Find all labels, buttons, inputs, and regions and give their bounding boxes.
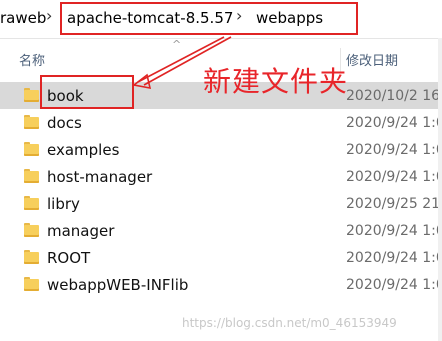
file-date: 2020/9/24 1:0	[346, 223, 442, 239]
file-name: libry	[47, 195, 80, 213]
watermark: https://blog.csdn.net/m0_46153949	[182, 316, 397, 330]
folder-icon	[24, 223, 39, 237]
column-modified[interactable]: 修改日期	[346, 50, 398, 69]
address-bar[interactable]: raweb › apache-tomcat-8.5.57 › webapps	[0, 0, 442, 39]
scrollbar[interactable]	[438, 38, 442, 341]
file-row-examples[interactable]: examples 2020/9/24 1:0	[0, 136, 442, 163]
column-name[interactable]: 名称	[19, 50, 45, 69]
file-row-root[interactable]: ROOT 2020/9/24 1:0	[0, 244, 442, 271]
file-date: 2020/9/24 1:0	[346, 277, 442, 293]
file-name: webappWEB-INFlib	[47, 276, 189, 294]
new-folder-highlight-box	[40, 75, 134, 109]
annotation-text: 新建文件夹	[203, 65, 349, 98]
file-name: docs	[47, 114, 82, 132]
folder-icon	[24, 250, 39, 264]
folder-icon	[24, 277, 39, 291]
file-row-libry[interactable]: libry 2020/9/25 21	[0, 190, 442, 217]
file-row-webappwebinflib[interactable]: webappWEB-INFlib 2020/9/24 1:0	[0, 271, 442, 298]
address-highlight-box	[60, 2, 358, 35]
folder-icon	[24, 169, 39, 183]
breadcrumb-separator[interactable]: ›	[46, 6, 52, 25]
file-date: 2020/9/24 1:0	[346, 142, 442, 158]
file-name: manager	[47, 222, 115, 240]
file-date: 2020/9/24 1:0	[346, 115, 442, 131]
file-date: 2020/9/25 21	[346, 196, 441, 212]
file-name: ROOT	[47, 249, 91, 267]
folder-icon	[24, 196, 39, 210]
file-date: 2020/9/24 1:0	[346, 169, 442, 185]
file-row-docs[interactable]: docs 2020/9/24 1:0	[0, 109, 442, 136]
file-row-host-manager[interactable]: host-manager 2020/9/24 1:0	[0, 163, 442, 190]
file-name: host-manager	[47, 168, 153, 186]
file-row-manager[interactable]: manager 2020/9/24 1:0	[0, 217, 442, 244]
breadcrumb-raweb[interactable]: raweb	[0, 9, 46, 27]
folder-icon	[24, 88, 39, 102]
file-date: 2020/10/2 16	[346, 88, 441, 104]
sort-indicator-icon[interactable]: ^	[172, 38, 181, 51]
file-date: 2020/9/24 1:0	[346, 250, 442, 266]
folder-icon	[24, 115, 39, 129]
file-name: examples	[47, 141, 120, 159]
folder-icon	[24, 142, 39, 156]
